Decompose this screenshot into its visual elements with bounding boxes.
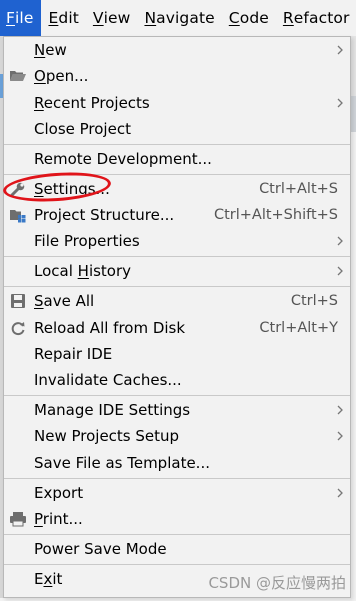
menu-edit[interactable]: Edit <box>41 0 85 36</box>
menu-item-repair-ide[interactable]: Repair IDE <box>4 341 350 367</box>
save-icon <box>8 291 28 311</box>
menu-item-invalidate-caches[interactable]: Invalidate Caches... <box>4 367 350 393</box>
reload-icon <box>8 318 28 338</box>
menu-item-project-structure[interactable]: Project Structure... Ctrl+Alt+Shift+S <box>4 202 350 228</box>
menu-item-reload-all[interactable]: Reload All from Disk Ctrl+Alt+Y <box>4 315 350 341</box>
menu-item-label: Remote Development... <box>34 150 212 168</box>
chevron-right-icon <box>337 266 343 276</box>
menu-file[interactable]: File <box>0 0 42 36</box>
shortcut-label: Ctrl+S <box>290 293 338 309</box>
chevron-right-icon <box>337 405 343 415</box>
watermark-text: CSDN @反应慢两拍 <box>208 574 346 592</box>
menu-item-label: Power Save Mode <box>34 540 167 558</box>
menu-item-label: Close Project <box>34 120 131 138</box>
menu-item-save-file-as-template[interactable]: Save File as Template... <box>4 450 350 476</box>
menu-item-label: File Properties <box>34 232 140 250</box>
menu-item-label: Local History <box>34 262 132 280</box>
project-structure-icon <box>8 205 28 225</box>
menu-separator <box>4 478 350 479</box>
chevron-right-icon <box>337 236 343 246</box>
menu-refactor[interactable]: Refactor <box>276 0 356 36</box>
menu-item-label: Recent Projects <box>34 94 150 112</box>
menu-item-label: Save File as Template... <box>34 454 210 472</box>
menu-item-label: Manage IDE Settings <box>34 401 191 419</box>
menu-item-new-projects-setup[interactable]: New Projects Setup <box>4 423 350 449</box>
menu-item-save-all[interactable]: Save All Ctrl+S <box>4 288 350 314</box>
menu-item-manage-ide-settings[interactable]: Manage IDE Settings <box>4 397 350 423</box>
menu-item-label: New <box>34 41 67 59</box>
menu-item-open[interactable]: Open... <box>4 63 350 89</box>
menu-item-print[interactable]: Print... <box>4 506 350 532</box>
menu-separator <box>4 564 350 565</box>
menu-bar: File Edit View Navigate Code Refactor <box>0 0 356 36</box>
folder-open-icon <box>8 66 28 86</box>
shortcut-label: Ctrl+Alt+S <box>259 181 338 197</box>
menu-item-label: Export <box>34 484 84 502</box>
menu-item-power-save-mode[interactable]: Power Save Mode <box>4 536 350 562</box>
shortcut-label: Ctrl+Alt+Y <box>259 320 338 336</box>
printer-icon <box>8 509 28 529</box>
menu-view[interactable]: View <box>86 0 138 36</box>
menu-item-recent-projects[interactable]: Recent Projects <box>4 90 350 116</box>
menu-item-label: New Projects Setup <box>34 427 180 445</box>
menu-separator <box>4 144 350 145</box>
menu-item-export[interactable]: Export <box>4 480 350 506</box>
file-menu-dropdown: New Open... Recent Projects Close Projec… <box>3 36 351 598</box>
menu-item-file-properties[interactable]: File Properties <box>4 228 350 254</box>
menu-item-label: Exit <box>34 570 63 588</box>
menu-navigate[interactable]: Navigate <box>137 0 221 36</box>
chevron-right-icon <box>337 431 343 441</box>
menu-item-remote-development[interactable]: Remote Development... <box>4 146 350 172</box>
shortcut-label: Ctrl+Alt+Shift+S <box>213 207 338 223</box>
menu-separator <box>4 395 350 396</box>
menu-item-label: Reload All from Disk <box>34 319 186 337</box>
menu-code[interactable]: Code <box>222 0 276 36</box>
menu-item-label: Print... <box>34 510 83 528</box>
menu-separator <box>4 286 350 287</box>
menu-item-label: Project Structure... <box>34 206 175 224</box>
menu-item-label: Save All <box>34 292 95 310</box>
menu-item-local-history[interactable]: Local History <box>4 258 350 284</box>
menu-separator <box>4 256 350 257</box>
menu-item-label: Open... <box>34 67 89 85</box>
chevron-right-icon <box>337 45 343 55</box>
menu-item-label: Repair IDE <box>34 345 113 363</box>
chevron-right-icon <box>337 98 343 108</box>
menu-item-label: Invalidate Caches... <box>34 371 182 389</box>
menu-separator <box>4 534 350 535</box>
menu-item-new[interactable]: New <box>4 37 350 63</box>
menu-item-close-project[interactable]: Close Project <box>4 116 350 142</box>
chevron-right-icon <box>337 488 343 498</box>
